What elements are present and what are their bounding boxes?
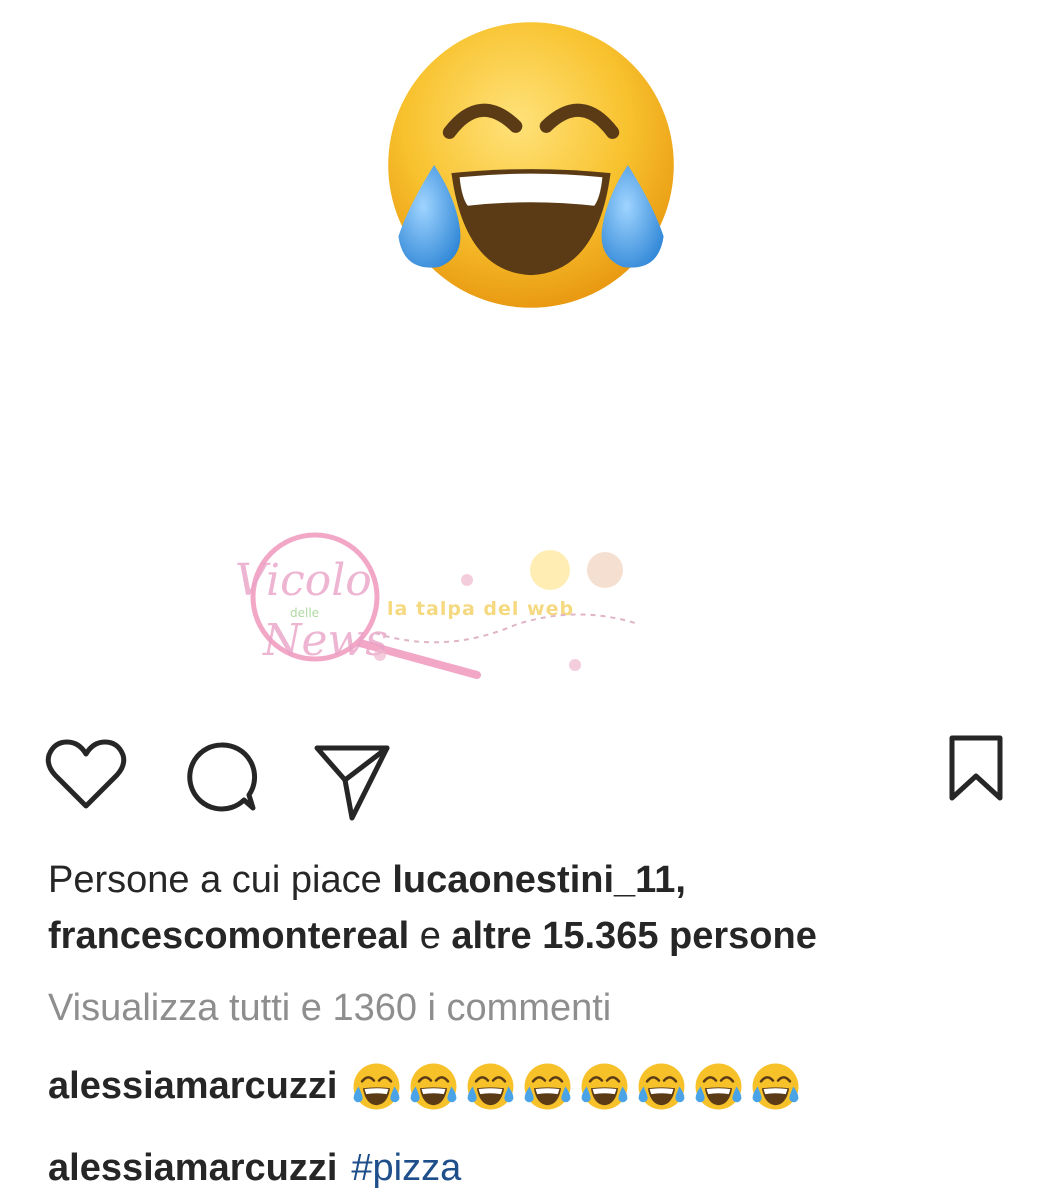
paper-plane-icon[interactable]	[312, 740, 392, 824]
hashtag-link[interactable]: #pizza	[351, 1140, 461, 1196]
post-image[interactable]: Vicolo delle News la talpa del web	[0, 0, 1062, 700]
likes-separator: ,	[675, 859, 686, 901]
face-with-tears-of-joy-icon	[752, 1063, 799, 1109]
liker-username[interactable]: francescomontereal	[48, 915, 409, 957]
likes-joiner: e	[409, 915, 452, 957]
svg-text:la talpa del web: la talpa del web	[387, 598, 574, 620]
comment-emoji-row	[351, 1061, 801, 1112]
likes-summary: Persone a cui piace lucaonestini_11, fra…	[48, 852, 1028, 964]
likes-prefix: Persone a cui piace	[48, 859, 393, 901]
face-with-tears-of-joy-icon	[467, 1063, 514, 1109]
face-with-tears-of-joy-icon	[638, 1063, 685, 1109]
likes-others-link[interactable]: altre 15.365 persone	[451, 915, 816, 957]
comment-row: alessiamarcuzzi #pizza	[48, 1140, 461, 1196]
svg-text:News: News	[262, 615, 388, 666]
face-with-tears-of-joy-icon	[353, 1063, 400, 1109]
comment-username[interactable]: alessiamarcuzzi	[48, 1058, 337, 1114]
watermark-logo: Vicolo delle News la talpa del web	[235, 532, 636, 679]
face-with-tears-of-joy-icon	[388, 22, 674, 308]
comment-username[interactable]: alessiamarcuzzi	[48, 1140, 337, 1196]
face-with-tears-of-joy-icon	[524, 1063, 571, 1109]
comment-bubble-icon[interactable]	[183, 740, 259, 816]
comment-row: alessiamarcuzzi	[48, 1058, 801, 1114]
bookmark-icon[interactable]	[946, 734, 1006, 804]
face-with-tears-of-joy-icon	[695, 1063, 742, 1109]
svg-text:Vicolo: Vicolo	[235, 555, 372, 606]
liker-username[interactable]: lucaonestini_11	[392, 859, 675, 901]
heart-icon[interactable]	[45, 738, 127, 812]
face-with-tears-of-joy-icon	[410, 1063, 457, 1109]
post-action-bar	[0, 720, 1062, 821]
face-with-tears-of-joy-icon	[581, 1063, 628, 1109]
view-all-comments-link[interactable]: Visualizza tutti e 1360 i commenti	[48, 980, 611, 1036]
